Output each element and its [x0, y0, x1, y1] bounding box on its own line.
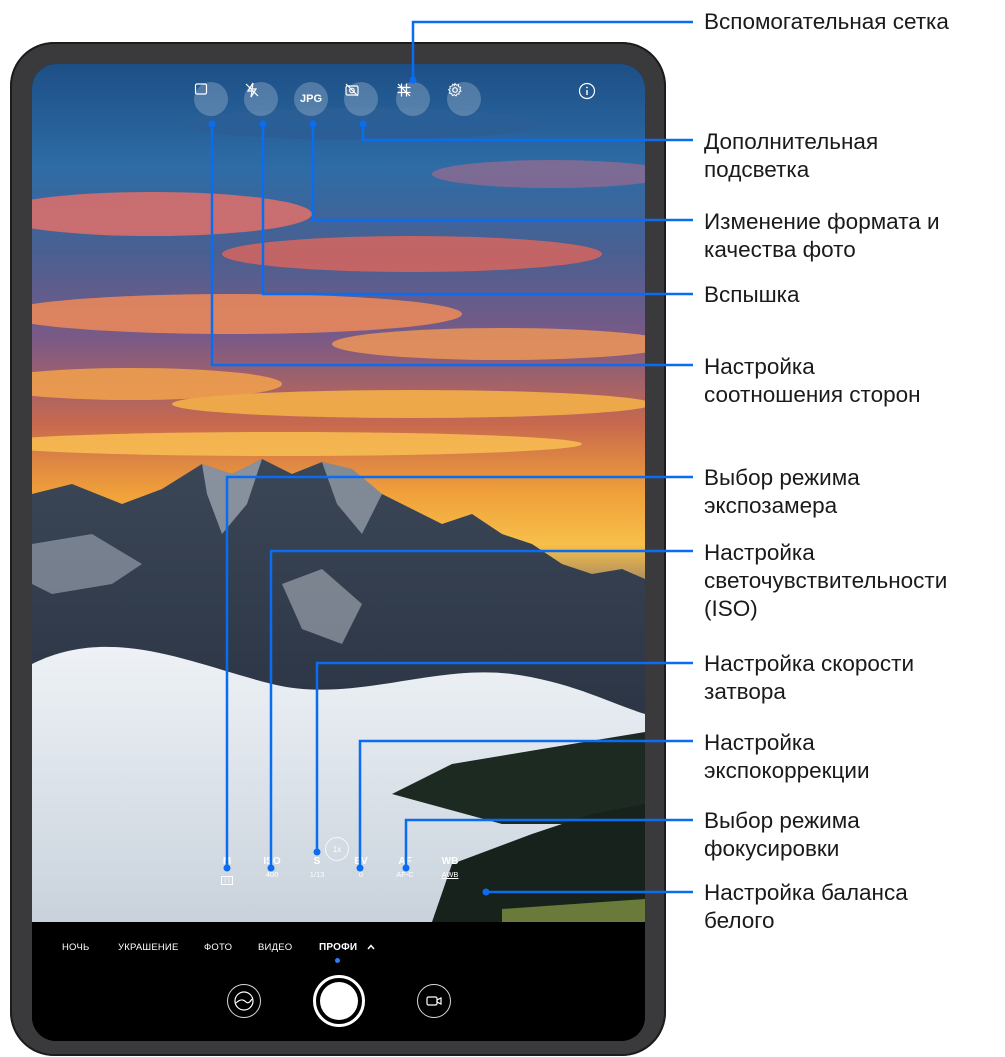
iso-value: 400 [265, 870, 279, 879]
callout-aspect-line-1: Настройка [704, 354, 815, 379]
viewfinder[interactable]: JPG 1x M [·] ISO 400 S 1/13 EV 0 AF AF-C… [32, 64, 645, 922]
camera-control-bar: НОЧЬ УКРАШЕНИЕ ФОТО ВИДЕО ПРОФИ [32, 922, 645, 1041]
callout-fill-light-line-1: Дополнительная [704, 129, 879, 154]
flash-button[interactable] [244, 82, 278, 116]
callout-metering-line-1: Выбор режима [704, 465, 860, 490]
callout-grid: Вспомогательная сетка [704, 8, 949, 36]
shutter-label: S [313, 856, 321, 867]
callout-format-line-2: качества фото [704, 237, 856, 262]
callout-metering: Выбор режима экспозамера [704, 464, 860, 520]
aspect-ratio-icon [194, 83, 208, 95]
iso-control[interactable]: ISO 400 [252, 856, 292, 880]
fill-light-button[interactable] [344, 82, 378, 116]
ev-label: EV [354, 856, 368, 867]
white-balance-control[interactable]: WB AWB [430, 856, 470, 880]
callout-af: Выбор режима фокусировки [704, 807, 860, 863]
metering-mode-control[interactable]: M [·] [207, 856, 247, 886]
chevron-up-icon[interactable] [366, 942, 376, 952]
callout-ev: Настройка экспокоррекции [704, 729, 870, 785]
grid-button[interactable] [396, 82, 430, 116]
callout-flash-line-1: Вспышка [704, 282, 800, 307]
info-button[interactable] [578, 82, 612, 116]
callout-iso: Настройка светочувствительности (ISO) [704, 539, 947, 623]
callout-iso-line-2: светочувствительности [704, 568, 948, 593]
callout-iso-line-3: (ISO) [704, 596, 758, 621]
mode-night[interactable]: НОЧЬ [62, 942, 89, 953]
format-label: JPG [299, 93, 322, 105]
ev-value: 0 [358, 870, 364, 879]
callout-af-line-2: фокусировки [704, 836, 840, 861]
callout-flash: Вспышка [704, 281, 800, 309]
fill-light-off-icon [345, 83, 359, 97]
callout-af-line-1: Выбор режима [704, 808, 860, 833]
wb-value: AWB [441, 870, 459, 879]
mode-video[interactable]: ВИДЕО [258, 942, 292, 953]
callout-shutter-line-1: Настройка скорости [704, 651, 915, 676]
settings-button[interactable] [447, 82, 481, 116]
iso-label: ISO [263, 856, 281, 867]
mode-beauty[interactable]: УКРАШЕНИЕ [118, 942, 178, 953]
shutter-value: 1/13 [309, 870, 325, 879]
wb-label: WB [441, 856, 459, 867]
callout-wb-line-2: белого [704, 908, 775, 933]
settings-icon [447, 82, 462, 97]
callout-ev-line-1: Настройка [704, 730, 815, 755]
shutter-speed-control[interactable]: S 1/13 [297, 856, 337, 880]
callout-ev-line-2: экспокоррекции [704, 758, 870, 783]
callout-format-line-1: Изменение формата и [704, 209, 940, 234]
callout-aspect: Настройка соотношения сторон [704, 353, 921, 409]
switch-to-video-button[interactable] [417, 984, 451, 1018]
callout-fill-light-line-2: подсветка [704, 157, 810, 182]
callout-fill-light: Дополнительная подсветка [704, 128, 878, 184]
callout-grid-line-1: Вспомогательная сетка [704, 9, 949, 34]
aspect-ratio-button[interactable] [194, 82, 228, 116]
gallery-button[interactable] [227, 984, 261, 1018]
callout-format: Изменение формата и качества фото [704, 208, 940, 264]
flash-off-icon [245, 82, 259, 98]
grid-icon [397, 83, 411, 97]
callout-shutter-line-2: затвора [704, 679, 786, 704]
gallery-icon [234, 991, 254, 1011]
callout-shutter: Настройка скорости затвора [704, 650, 914, 706]
camera-screen: JPG 1x M [·] ISO 400 S 1/13 EV 0 AF AF-C… [32, 64, 645, 1041]
callout-wb-line-1: Настройка баланса [704, 880, 908, 905]
af-value: AF-C [396, 870, 414, 879]
callout-iso-line-1: Настройка [704, 540, 815, 565]
exposure-compensation-control[interactable]: EV 0 [341, 856, 381, 880]
metering-label: M [222, 856, 232, 867]
mode-photo[interactable]: ФОТО [204, 942, 232, 953]
format-button[interactable]: JPG [294, 82, 328, 116]
shutter-inner [320, 982, 358, 1020]
shutter-button[interactable] [313, 975, 365, 1027]
metering-value: [·] [221, 876, 233, 885]
focus-mode-control[interactable]: AF AF-C [385, 856, 425, 880]
video-camera-icon [426, 996, 442, 1006]
callout-wb: Настройка баланса белого [704, 879, 908, 935]
callout-aspect-line-2: соотношения сторон [704, 382, 921, 407]
viewfinder-scene [32, 64, 645, 922]
af-label: AF [398, 856, 412, 867]
info-icon [578, 82, 596, 100]
callout-metering-line-2: экспозамера [704, 493, 838, 518]
active-mode-indicator [335, 958, 340, 963]
mode-pro[interactable]: ПРОФИ [319, 942, 357, 953]
